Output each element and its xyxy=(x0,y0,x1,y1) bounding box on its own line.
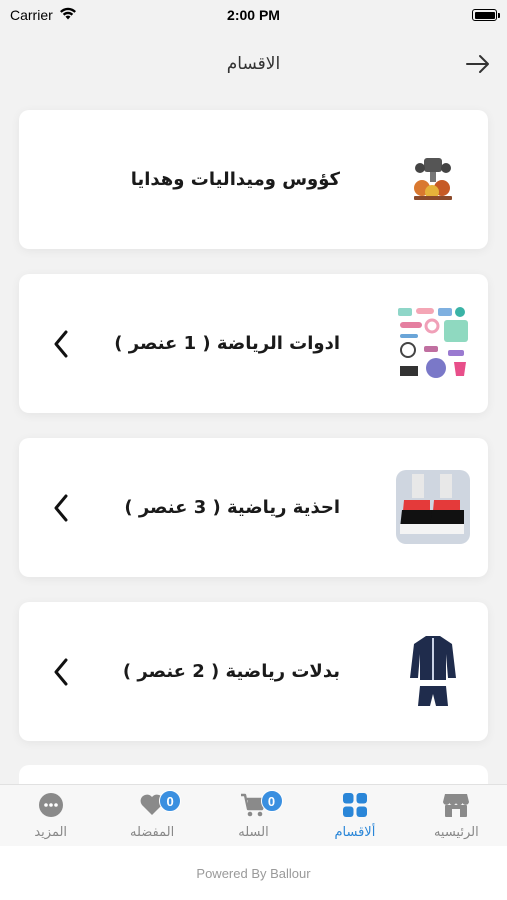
trophies-image xyxy=(396,142,470,216)
powered-by-text: Powered By Ballour xyxy=(196,865,311,881)
back-arrow-icon[interactable] xyxy=(463,50,493,78)
tab-bar: المزيد 0 المفضله 0 السله ألاقسام الرئيسي… xyxy=(0,784,507,846)
cart-badge: 0 xyxy=(260,790,283,812)
tracksuit-image xyxy=(396,634,470,708)
grid-icon xyxy=(340,791,370,819)
tab-label: ألاقسام xyxy=(334,825,376,840)
header: الاقسام xyxy=(0,38,507,90)
category-card-sneakers[interactable]: احذية رياضية ( 3 عنصر ) xyxy=(19,438,488,577)
status-left: Carrier xyxy=(10,7,77,23)
tab-label: الرئيسيه xyxy=(433,825,479,840)
category-label: بدلات رياضية ( 2 عنصر ) xyxy=(122,661,340,682)
wifi-icon xyxy=(59,7,77,23)
tab-label: المزيد xyxy=(34,825,68,840)
tab-cart[interactable]: 0 السله xyxy=(203,785,304,846)
sports-equipment-image xyxy=(396,306,470,380)
sneakers-image xyxy=(396,470,470,544)
tab-label: المفضله xyxy=(130,825,175,840)
category-card-tracksuits[interactable]: بدلات رياضية ( 2 عنصر ) xyxy=(19,602,488,741)
category-label: ادوات الرياضة ( 1 عنصر ) xyxy=(114,333,340,354)
cart-icon: 0 xyxy=(239,790,283,819)
battery-icon xyxy=(472,9,500,21)
category-card-trophies[interactable]: كؤوس وميداليات وهدايا xyxy=(19,110,488,249)
category-label: احذية رياضية ( 3 عنصر ) xyxy=(124,497,340,518)
heart-icon: 0 xyxy=(137,790,182,819)
tab-home[interactable]: الرئيسيه xyxy=(406,785,507,846)
carrier-label: Carrier xyxy=(10,7,53,23)
category-label: كؤوس وميداليات وهدايا xyxy=(130,169,340,190)
favorites-badge: 0 xyxy=(159,790,182,812)
tab-categories[interactable]: ألاقسام xyxy=(304,785,405,846)
status-bar: Carrier 2:00 PM xyxy=(0,0,507,30)
store-icon xyxy=(441,791,471,819)
chevron-left-icon[interactable] xyxy=(49,438,73,577)
page-title: الاقسام xyxy=(226,54,281,74)
tab-more[interactable]: المزيد xyxy=(0,785,101,846)
tab-label: السله xyxy=(238,825,269,840)
chevron-left-icon[interactable] xyxy=(49,274,73,413)
chevron-left-icon[interactable] xyxy=(49,602,73,741)
tab-favorites[interactable]: 0 المفضله xyxy=(101,785,202,846)
powered-by-footer: Powered By Ballour xyxy=(0,846,507,900)
more-icon xyxy=(36,791,66,819)
category-card-sports-equipment[interactable]: ادوات الرياضة ( 1 عنصر ) xyxy=(19,274,488,413)
